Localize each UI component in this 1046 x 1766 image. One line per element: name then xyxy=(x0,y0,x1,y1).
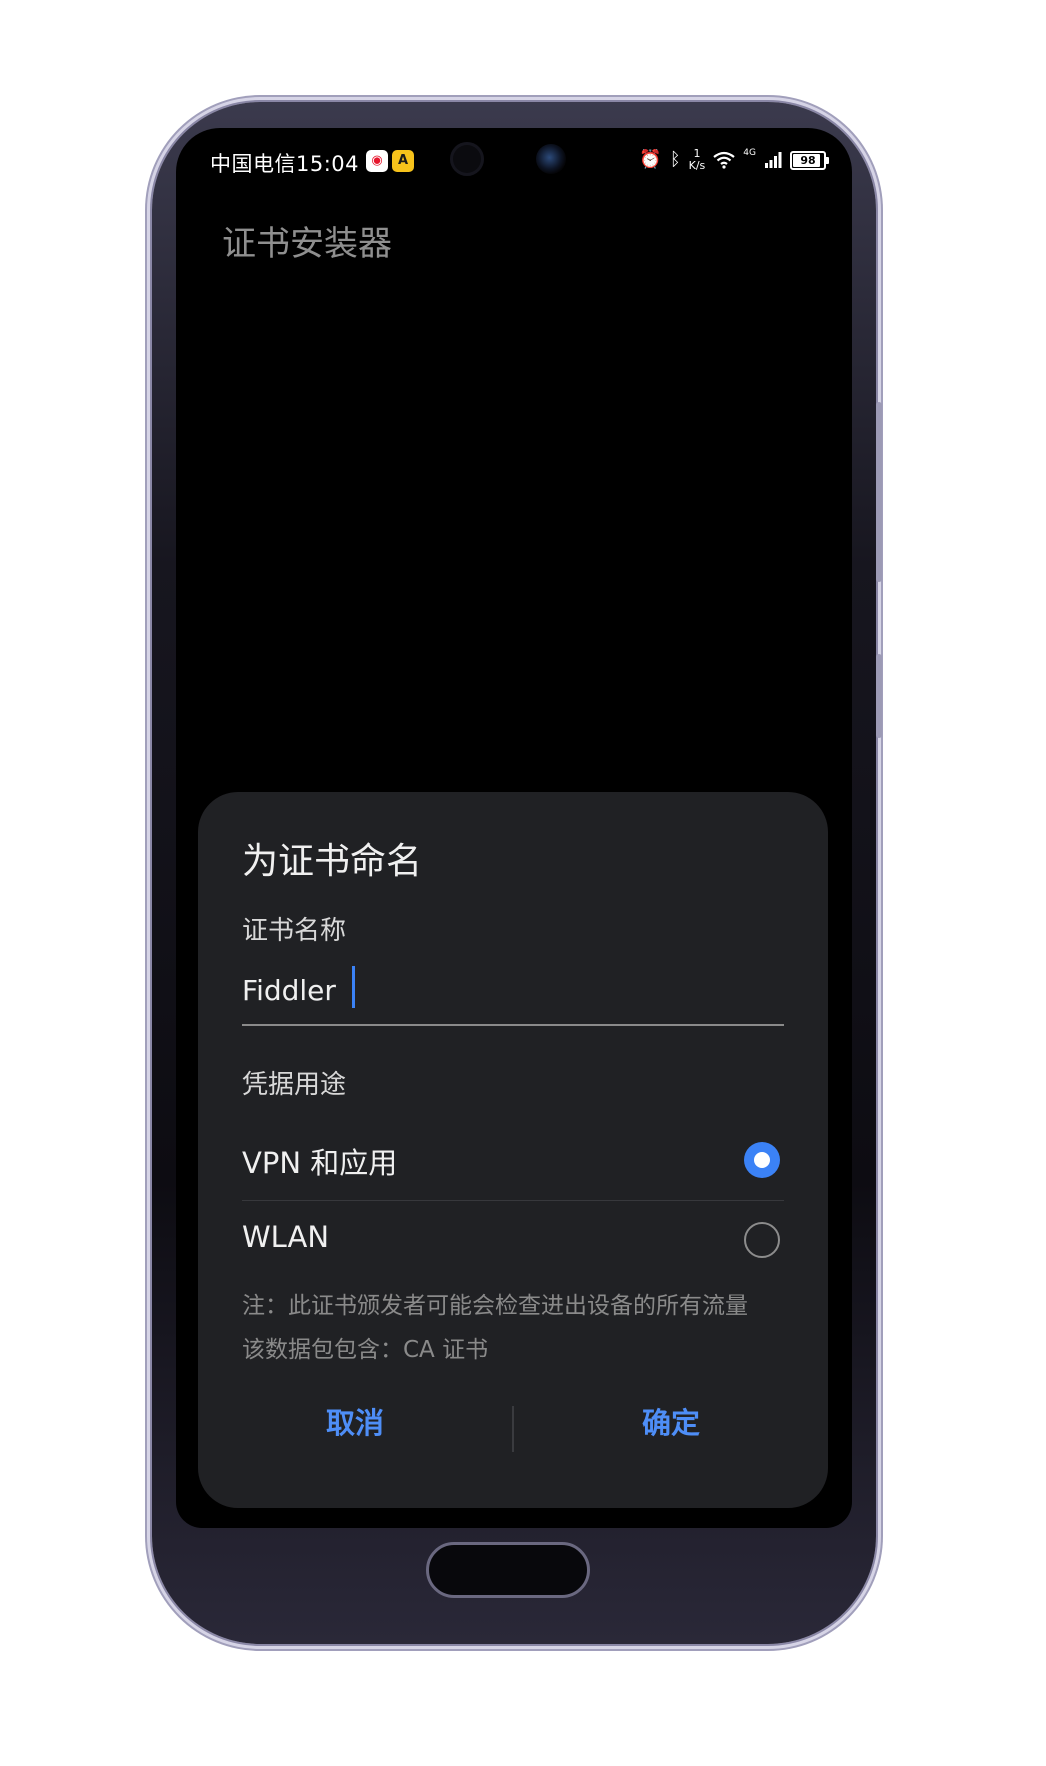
status-carrier-time: 中国电信15:04 xyxy=(210,148,359,178)
alarm-icon: ⏰ xyxy=(639,149,662,170)
net-speed: 1 K/s xyxy=(689,148,706,172)
dialog-title: 为证书命名 xyxy=(242,841,423,882)
phone-screen: 中国电信15:04 ◉ A ⏰ ᛒ 1 K/s 4G 98 证书安装器 为证书命… xyxy=(176,128,852,1528)
cancel-button[interactable]: 取消 xyxy=(198,1388,512,1458)
issuer-warning-note: 注：此证书颁发者可能会检查进出设备的所有流量 xyxy=(242,1293,748,1319)
app-title: 证书安装器 xyxy=(222,224,392,264)
radio-unselected-icon[interactable] xyxy=(744,1222,780,1258)
credential-usage-label: 凭据用途 xyxy=(242,1070,347,1100)
name-certificate-dialog: 为证书命名 证书名称 凭据用途 VPN 和应用 WLAN 注：此证书颁发者可能会… xyxy=(198,792,828,1508)
volume-button xyxy=(876,402,882,582)
bluetooth-icon: ᛒ xyxy=(669,149,681,170)
certificate-name-input[interactable] xyxy=(242,968,782,1012)
status-bar: 中国电信15:04 ◉ A ⏰ ᛒ 1 K/s 4G 98 xyxy=(176,128,852,194)
wifi-icon xyxy=(713,151,735,169)
text-cursor xyxy=(352,966,355,1008)
network-type: 4G xyxy=(743,148,756,158)
radio-selected-icon[interactable] xyxy=(744,1142,780,1178)
dialog-footer: 取消 确定 xyxy=(198,1388,828,1458)
option-vpn-label: VPN 和应用 xyxy=(242,1146,398,1180)
package-contents-note: 该数据包包含：CA 证书 xyxy=(242,1337,489,1363)
option-vpn-and-apps[interactable]: VPN 和应用 xyxy=(242,1122,784,1201)
status-time: 15:04 xyxy=(296,152,360,176)
system-icons: ⏰ ᛒ 1 K/s 4G 98 xyxy=(639,146,829,174)
battery-level: 98 xyxy=(800,153,816,167)
option-wlan-label: WLAN xyxy=(242,1220,330,1254)
front-camera-sensor xyxy=(450,142,484,176)
net-speed-unit: K/s xyxy=(688,159,706,172)
option-wlan[interactable]: WLAN xyxy=(242,1202,784,1280)
confirm-button[interactable]: 确定 xyxy=(514,1388,828,1458)
signal-icon xyxy=(765,152,782,168)
weibo-icon: ◉ xyxy=(366,150,388,172)
power-button xyxy=(876,654,882,738)
a-app-icon: A xyxy=(392,150,414,172)
certificate-name-field[interactable] xyxy=(242,958,784,1026)
carrier-name: 中国电信 xyxy=(210,152,296,176)
certificate-name-label: 证书名称 xyxy=(242,916,347,946)
home-button[interactable] xyxy=(426,1542,590,1598)
battery-icon: 98 xyxy=(790,150,829,170)
front-camera-lens xyxy=(536,144,566,174)
